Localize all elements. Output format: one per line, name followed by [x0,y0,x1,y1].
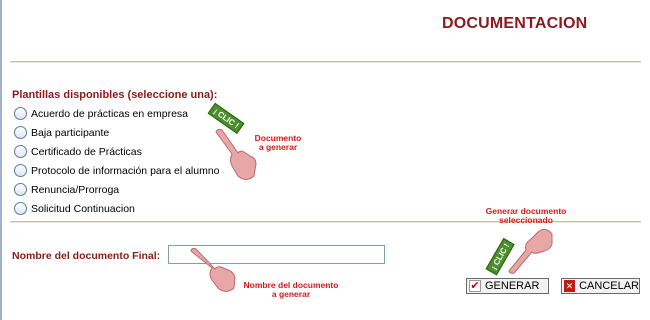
cancel-button[interactable]: ✕ CANCELAR [561,278,640,294]
radio-button[interactable] [14,164,27,177]
generate-button[interactable]: ✔ GENERAR [466,278,549,294]
template-option-label: Renuncia/Prorroga [31,183,120,196]
template-option-label: Baja participante [31,126,110,139]
annotation-document: Documento a generar [248,134,308,152]
template-option[interactable]: Protocolo de información para el alumno [14,161,220,180]
radio-button[interactable] [14,183,27,196]
pointing-hand-icon [190,248,236,292]
divider-top [10,61,641,63]
cancel-button-label: CANCELAR [579,280,639,292]
annotation-final-name: Nombre del documento a generar [236,281,346,299]
annotation-line: a generar [258,142,298,152]
page-title: DOCUMENTACION [442,15,588,32]
template-option-label: Protocolo de información para el alumno [31,164,220,177]
pointing-hand-icon [508,228,553,274]
template-radio-group: Acuerdo de prácticas en empresa Baja par… [14,104,220,218]
template-option[interactable]: Solicitud Continuacion [14,199,220,218]
annotation-generate: Generar documento seleccionado [476,207,576,225]
check-icon: ✔ [469,280,481,292]
radio-button[interactable] [14,202,27,215]
x-icon: ✕ [564,280,576,292]
window-left-border [0,0,2,320]
final-name-label: Nombre del documento Final: [12,250,161,262]
template-option-label: Solicitud Continuacion [31,202,135,215]
generate-button-label: GENERAR [485,280,540,292]
template-option[interactable]: Renuncia/Prorroga [14,180,220,199]
template-option[interactable]: Baja participante [14,123,220,142]
radio-button[interactable] [14,145,27,158]
template-option-label: Certificado de Prácticas [31,145,142,158]
radio-button[interactable] [14,107,27,120]
template-option[interactable]: Certificado de Prácticas [14,142,220,161]
templates-label: Plantillas disponibles (seleccione una): [12,89,218,101]
radio-button[interactable] [14,126,27,139]
annotation-line: a generar [271,289,311,299]
template-option[interactable]: Acuerdo de prácticas en empresa [14,104,220,123]
template-option-label: Acuerdo de prácticas en empresa [31,107,189,120]
